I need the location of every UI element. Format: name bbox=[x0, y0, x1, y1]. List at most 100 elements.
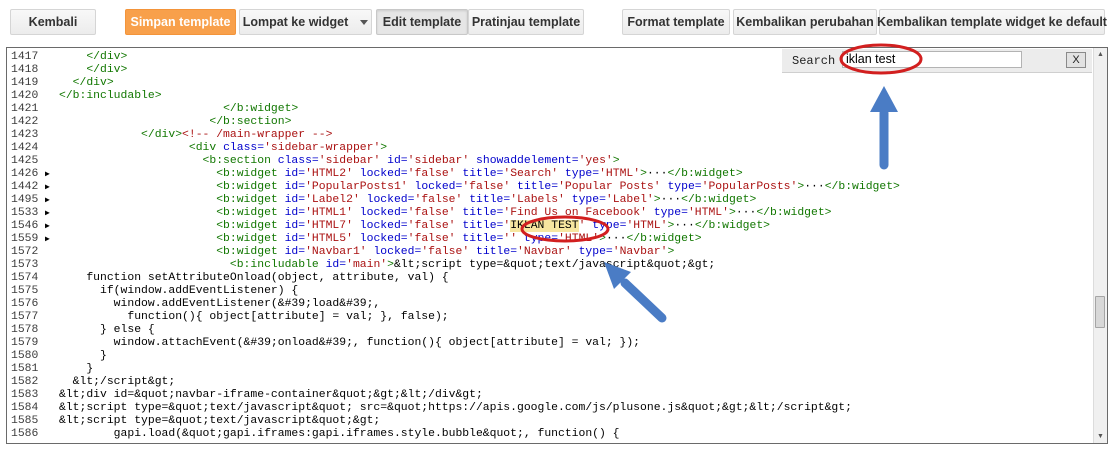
line-number: 1533 bbox=[11, 207, 39, 219]
code-token: <b:widget bbox=[216, 168, 285, 180]
code-token: </div> bbox=[86, 51, 128, 63]
fold-arrow-icon[interactable]: ▶ bbox=[45, 233, 59, 246]
revert-changes-button[interactable]: Kembalikan perubahan bbox=[733, 9, 877, 35]
code-token: '' bbox=[503, 233, 518, 245]
line-number: 1559 bbox=[11, 233, 39, 245]
line-number: 1585 bbox=[11, 415, 39, 427]
code-token: function setAttributeOnload(object, attr… bbox=[59, 272, 449, 284]
fold-arrow-icon[interactable]: ▶ bbox=[45, 181, 59, 194]
code-token: 'false' bbox=[414, 194, 463, 206]
code-lines: 1416 </b:if>1417 </div>1418 </div>1419 <… bbox=[7, 48, 1093, 441]
code-token: if(window.addEventListener) { bbox=[59, 285, 299, 297]
line-number: 1423 bbox=[11, 129, 39, 141]
code-line: 1425 <b:section class='sidebar' id='side… bbox=[7, 155, 1093, 168]
code-token: > bbox=[728, 207, 736, 219]
save-template-button[interactable]: Simpan template bbox=[125, 9, 236, 35]
line-number: 1579 bbox=[11, 337, 39, 349]
code-token: 'HTML' bbox=[558, 233, 600, 245]
line-number: 1583 bbox=[11, 389, 39, 401]
code-token: > bbox=[612, 155, 620, 167]
chevron-down-icon bbox=[360, 19, 369, 25]
code-token: &lt;script type=&quot;text/javascript&qu… bbox=[393, 259, 716, 271]
revert-widget-template-button[interactable]: Kembalikan template widget ke default bbox=[877, 9, 1107, 35]
code-editor[interactable]: 1416 </b:if>1417 </div>1418 </div>1419 <… bbox=[6, 47, 1108, 444]
code-token: 'HTML1' bbox=[305, 207, 353, 219]
code-token: <b:section bbox=[202, 155, 278, 167]
line-number: 1582 bbox=[11, 376, 39, 388]
code-token: class= bbox=[223, 142, 265, 154]
code-token: title= bbox=[462, 220, 504, 232]
search-panel: Search iklan test X bbox=[782, 49, 1092, 73]
code-line: 1419 </div> bbox=[7, 77, 1093, 90]
fold-arrow-icon[interactable]: ▶ bbox=[45, 194, 59, 207]
line-number: 1419 bbox=[11, 77, 39, 89]
preview-template-button[interactable]: Pratinjau template bbox=[468, 9, 584, 35]
code-token: locked= bbox=[373, 246, 422, 258]
code-line: 1578 } else { bbox=[7, 324, 1093, 337]
jump-to-widget-dropdown[interactable]: Lompat ke widget bbox=[239, 9, 372, 35]
code-token: <div bbox=[188, 142, 224, 154]
edit-template-button[interactable]: Edit template bbox=[376, 9, 468, 35]
code-token: id= bbox=[284, 220, 306, 232]
line-number: 1425 bbox=[11, 155, 39, 167]
code-token: 'false' bbox=[407, 168, 456, 180]
code-line: 1546 ▶ <b:widget id='HTML7' locked='false… bbox=[7, 220, 1093, 233]
line-number: 1586 bbox=[11, 428, 39, 440]
search-input[interactable]: iklan test bbox=[842, 51, 1022, 68]
code-token: window.addEventListener(&#39;load&#39;, bbox=[59, 298, 381, 310]
code-token: ··· bbox=[804, 181, 825, 193]
code-token: 'false' bbox=[407, 233, 456, 245]
vertical-scrollbar[interactable]: ▲ ▼ bbox=[1093, 48, 1107, 443]
fold-arrow-icon[interactable]: ▶ bbox=[45, 207, 59, 220]
code-token: > bbox=[599, 233, 606, 245]
code-token: 'yes' bbox=[578, 155, 613, 167]
back-button[interactable]: Kembali bbox=[10, 9, 96, 35]
code-token: 'HTML5' bbox=[305, 233, 353, 245]
fold-arrow-icon[interactable]: ▶ bbox=[45, 220, 59, 233]
code-token: id= bbox=[284, 233, 306, 245]
scrollbar-thumb[interactable] bbox=[1095, 296, 1105, 328]
code-token: locked= bbox=[359, 168, 408, 180]
scroll-down-icon[interactable]: ▼ bbox=[1094, 430, 1107, 443]
code-token: locked= bbox=[359, 207, 408, 219]
code-line: 1426 ▶ <b:widget id='HTML2' locked='false… bbox=[7, 168, 1093, 181]
code-line: 1575 if(window.addEventListener) { bbox=[7, 285, 1093, 298]
code-token: showaddelement= bbox=[476, 155, 579, 167]
code-token: ··· bbox=[674, 220, 695, 232]
search-close-button[interactable]: X bbox=[1066, 52, 1086, 68]
line-number: 1495 bbox=[11, 194, 39, 206]
code-token: id= bbox=[325, 259, 347, 271]
code-token: } bbox=[59, 350, 107, 362]
code-token: id= bbox=[284, 207, 306, 219]
code-token: 'HTML7' bbox=[305, 220, 353, 232]
fold-arrow-icon[interactable]: ▶ bbox=[45, 168, 59, 181]
code-token: class= bbox=[277, 155, 319, 167]
format-template-button[interactable]: Format template bbox=[622, 9, 730, 35]
code-token: id= bbox=[284, 246, 306, 258]
code-token: &lt;div id=&quot;navbar-iframe-container… bbox=[59, 389, 483, 401]
code-line: 1533 ▶ <b:widget id='HTML1' locked='false… bbox=[7, 207, 1093, 220]
line-number: 1546 bbox=[11, 220, 39, 232]
code-line: 1420 </b:includable> bbox=[7, 90, 1093, 103]
code-token: gapi.load(&quot;gapi.iframes:gapi.iframe… bbox=[59, 428, 620, 440]
line-number: 1573 bbox=[11, 259, 39, 271]
scroll-up-icon[interactable]: ▲ bbox=[1094, 48, 1107, 61]
code-token: 'Navbar1' bbox=[305, 246, 367, 258]
code-token: 'false' bbox=[407, 220, 456, 232]
code-token: locked= bbox=[414, 181, 463, 193]
code-token: > bbox=[667, 246, 675, 258]
code-token: </b:widget> bbox=[223, 103, 299, 115]
code-line: 1442 ▶ <b:widget id='PopularPosts1' locke… bbox=[7, 181, 1093, 194]
code-token: id= bbox=[284, 194, 306, 206]
